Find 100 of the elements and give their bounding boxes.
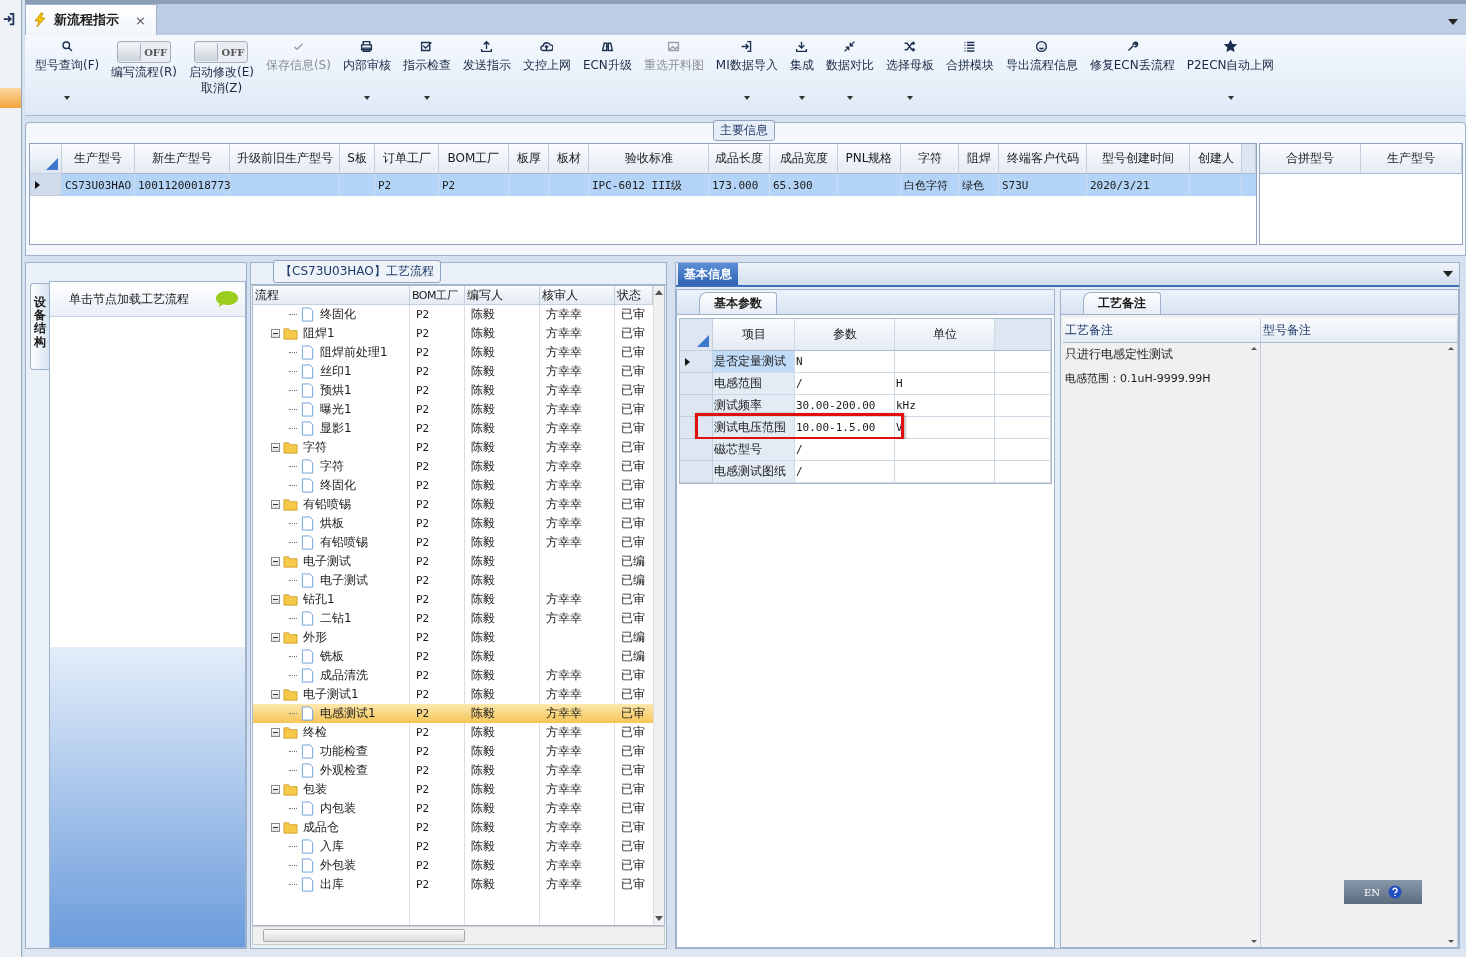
column-header[interactable]: 合拼型号 xyxy=(1260,144,1361,174)
help-icon[interactable] xyxy=(1388,885,1403,899)
tree-row[interactable]: 铣板 P2 陈毅 已编 xyxy=(253,647,653,666)
tree-row[interactable]: 内包装 P2 陈毅 方幸幸 已审 xyxy=(253,799,653,818)
select-all-corner[interactable] xyxy=(680,319,713,351)
column-header[interactable]: BOM工厂 xyxy=(439,144,509,174)
tree-row[interactable]: 出库 P2 陈毅 方幸幸 已审 xyxy=(253,875,653,894)
table-row[interactable]: CS73U03HAO 10011200018773 P2 P2 IPC-6012 III级 173.000 65.300 白色字符 绿色 S73U 2020/3/21 xyxy=(30,174,1256,196)
collapse-icon[interactable] xyxy=(271,785,280,794)
column-header[interactable]: 成品宽度 xyxy=(770,144,838,174)
collapse-icon[interactable] xyxy=(271,823,280,832)
vertical-scrollbar[interactable] xyxy=(653,286,664,925)
tree-node-label[interactable]: 出库 xyxy=(320,876,344,893)
tree-node-label[interactable]: 功能检查 xyxy=(320,743,368,760)
tree-node-label[interactable]: 外包装 xyxy=(320,857,356,874)
tree-node-label[interactable]: 预烘1 xyxy=(320,382,352,399)
caret-icon[interactable] xyxy=(846,96,853,100)
toggle-switch[interactable]: OFF xyxy=(117,41,172,63)
tree-row[interactable]: 字符 P2 陈毅 方幸幸 已审 xyxy=(253,438,653,457)
panel-tab[interactable]: 基本信息 xyxy=(678,263,738,285)
tree-row[interactable]: 电子测试 P2 陈毅 已编 xyxy=(253,552,653,571)
column-header[interactable]: 工艺备注 xyxy=(1063,318,1261,342)
tree-node-label[interactable]: 电子测试 xyxy=(303,553,351,570)
tree-node-label[interactable]: 字符 xyxy=(320,458,344,475)
tree-row[interactable]: 烘板 P2 陈毅 方幸幸 已审 xyxy=(253,514,653,533)
document-tab[interactable]: 新流程指示 × xyxy=(25,4,157,35)
tree-row[interactable]: 电子测试1 P2 陈毅 方幸幸 已审 xyxy=(253,685,653,704)
toolbar-button[interactable]: 修复ECN丢流程 xyxy=(1083,38,1181,110)
column-header[interactable]: 项目 xyxy=(713,319,795,351)
vertical-tab[interactable]: 设备结构 xyxy=(30,283,49,370)
tree-node-label[interactable]: 电子测试 xyxy=(320,572,368,589)
panel-tab[interactable]: 基本参数 xyxy=(699,292,777,314)
caret-icon[interactable] xyxy=(1227,96,1234,100)
column-header[interactable]: 终端客户代码 xyxy=(999,144,1087,174)
column-header[interactable]: 验收标准 xyxy=(589,144,709,174)
tree-row[interactable]: 成品仓 P2 陈毅 方幸幸 已审 xyxy=(253,818,653,837)
tree-row[interactable]: 外包装 P2 陈毅 方幸幸 已审 xyxy=(253,856,653,875)
tree-node-label[interactable]: 成品清洗 xyxy=(320,667,368,684)
column-header[interactable]: 订单工厂 xyxy=(375,144,439,174)
toolbar-button[interactable]: 合拼模块 xyxy=(939,38,1000,110)
tree-row[interactable]: 外观检查 P2 陈毅 方幸幸 已审 xyxy=(253,761,653,780)
column-header[interactable]: 参数 xyxy=(795,319,895,351)
tree-row[interactable]: 包装 P2 陈毅 方幸幸 已审 xyxy=(253,780,653,799)
tree-node-label[interactable]: 外形 xyxy=(303,629,327,646)
toolbar-button[interactable]: OFF 启动修改(E) 取消(Z) xyxy=(182,38,260,110)
toolbar-button[interactable]: OFF 编写流程(R) xyxy=(105,38,183,110)
collapse-icon[interactable] xyxy=(271,557,280,566)
tree-row[interactable]: 电子测试 P2 陈毅 已编 xyxy=(253,571,653,590)
tree-node-label[interactable]: 丝印1 xyxy=(320,363,352,380)
collapse-icon[interactable] xyxy=(271,443,280,452)
collapse-icon[interactable] xyxy=(271,595,280,604)
column-header[interactable]: 阻焊 xyxy=(959,144,999,174)
tree-row[interactable]: 外形 P2 陈毅 已编 xyxy=(253,628,653,647)
tree-node-label[interactable]: 曝光1 xyxy=(320,401,352,418)
tree-row[interactable]: 有铅喷锡 P2 陈毅 方幸幸 已审 xyxy=(253,495,653,514)
tree-node-label[interactable]: 外观检查 xyxy=(320,762,368,779)
tree-node-label[interactable]: 钻孔1 xyxy=(303,591,335,608)
ime-toolbar[interactable]: EN xyxy=(1344,880,1422,904)
tree-node-label[interactable]: 终固化 xyxy=(320,306,356,323)
collapse-icon[interactable] xyxy=(271,690,280,699)
tree-row[interactable]: 终检 P2 陈毅 方幸幸 已审 xyxy=(253,723,653,742)
column-header[interactable]: 板厚 xyxy=(509,144,549,174)
row-selector[interactable] xyxy=(30,174,62,196)
dropdown-icon[interactable] xyxy=(1443,271,1453,277)
toolbar-button[interactable]: 指示检查 xyxy=(396,38,457,110)
dropdown-icon[interactable] xyxy=(1448,18,1458,25)
tree-row[interactable]: 曝光1 P2 陈毅 方幸幸 已审 xyxy=(253,400,653,419)
column-header[interactable]: 生产型号 xyxy=(62,144,135,174)
tree-row[interactable]: 功能检查 P2 陈毅 方幸幸 已审 xyxy=(253,742,653,761)
column-header[interactable]: BOM工厂 xyxy=(410,286,465,304)
caret-icon[interactable] xyxy=(798,96,805,100)
tree-row[interactable]: 入库 P2 陈毅 方幸幸 已审 xyxy=(253,837,653,856)
tree-row[interactable]: 有铅喷锡 P2 陈毅 方幸幸 已审 xyxy=(253,533,653,552)
caret-icon[interactable] xyxy=(423,96,430,100)
toolbar-button[interactable]: MI数据导入 xyxy=(709,38,784,110)
collapse-icon[interactable] xyxy=(271,728,280,737)
column-header[interactable]: 核审人 xyxy=(540,286,615,304)
column-header[interactable]: 升级前旧生产型号 xyxy=(230,144,340,174)
tree-node-label[interactable]: 成品仓 xyxy=(303,819,339,836)
toolbar-button[interactable]: 型号查询(F) xyxy=(29,38,106,110)
tree-node-label[interactable]: 有铅喷锡 xyxy=(320,534,368,551)
toolbar-button[interactable]: 发送指示 xyxy=(456,38,517,110)
tree-node-label[interactable]: 终固化 xyxy=(320,477,356,494)
tree-row[interactable]: 钻孔1 P2 陈毅 方幸幸 已审 xyxy=(253,590,653,609)
tree-row[interactable]: 成品清洗 P2 陈毅 方幸幸 已审 xyxy=(253,666,653,685)
tree-node-label[interactable]: 包装 xyxy=(303,781,327,798)
caret-icon[interactable] xyxy=(743,96,750,100)
toolbar-button[interactable]: 数据对比 xyxy=(819,38,880,110)
column-header[interactable]: 板材 xyxy=(549,144,589,174)
column-header[interactable]: 型号备注 xyxy=(1260,318,1458,342)
tree-row[interactable]: 阻焊前处理1 P2 陈毅 方幸幸 已审 xyxy=(253,343,653,362)
tree-row[interactable]: 电感测试1 P2 陈毅 方幸幸 已审 xyxy=(253,704,653,723)
collapse-icon[interactable] xyxy=(271,329,280,338)
tree-node-label[interactable]: 阻焊前处理1 xyxy=(320,344,388,361)
tree-node-label[interactable]: 烘板 xyxy=(320,515,344,532)
column-header[interactable]: S板 xyxy=(340,144,375,174)
column-header[interactable]: 型号创建时间 xyxy=(1087,144,1190,174)
toolbar-button[interactable]: 文控上网 xyxy=(516,38,577,110)
column-header[interactable]: 单位 xyxy=(895,319,995,351)
tree-node-label[interactable]: 电子测试1 xyxy=(303,686,359,703)
